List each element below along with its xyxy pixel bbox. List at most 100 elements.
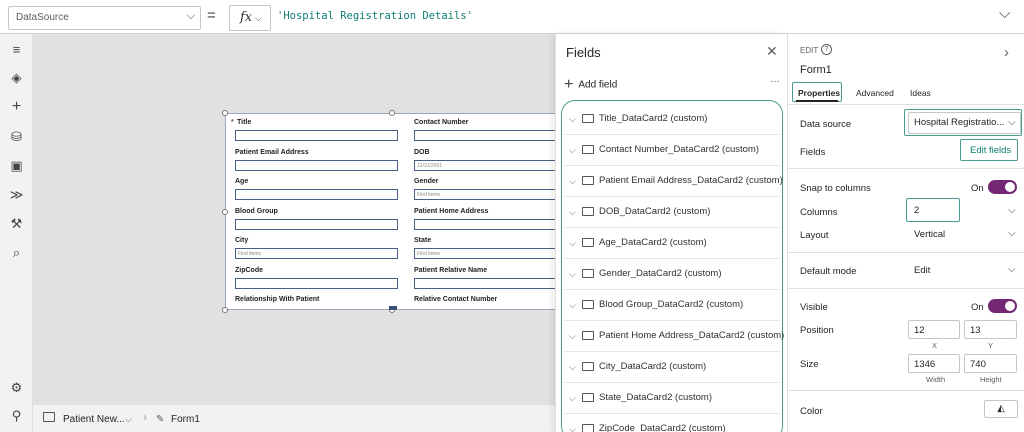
- field-item[interactable]: ⌵ DOB_DataCard2 (custom): [569, 204, 779, 226]
- add-field-label: Add field: [578, 79, 618, 91]
- field-item-label: Patient Email Address_DataCard2 (custom): [599, 175, 783, 186]
- help-icon[interactable]: ?: [821, 44, 832, 55]
- form-field-dropdown[interactable]: Find items: [235, 248, 398, 259]
- height-input[interactable]: 740: [964, 354, 1017, 373]
- chevron-right-icon[interactable]: ›: [1004, 44, 1009, 61]
- form-field-input[interactable]: [235, 218, 398, 230]
- chevron-down-icon[interactable]: ⌵: [569, 207, 576, 218]
- selection-handle[interactable]: [222, 307, 228, 313]
- height-label: Height: [980, 375, 1002, 384]
- selection-handle[interactable]: [222, 110, 228, 116]
- chevron-down-icon: ⌵: [1008, 228, 1016, 239]
- form-field-input[interactable]: 12/31/2001: [414, 159, 562, 171]
- divider: [788, 390, 1024, 391]
- fx-button[interactable]: fx ⌵: [229, 5, 271, 31]
- selection-handle[interactable]: [389, 110, 395, 116]
- form-field-input[interactable]: Find items: [414, 189, 562, 200]
- field-item[interactable]: ⌵ ZipCode_DataCard2 (custom): [569, 421, 779, 432]
- position-x-input[interactable]: 12: [908, 320, 960, 339]
- field-item[interactable]: ⌵ Age_DataCard2 (custom): [569, 235, 779, 257]
- chevron-down-icon[interactable]: ⌵: [569, 424, 576, 432]
- visible-toggle[interactable]: [988, 299, 1017, 313]
- tab-ideas[interactable]: Ideas: [910, 88, 931, 98]
- color-picker-button[interactable]: ◭: [984, 400, 1018, 418]
- chevron-down-icon[interactable]: ⌵: [569, 393, 576, 404]
- properties-panel: EDIT ? › Form1 Properties Advanced Ideas…: [787, 34, 1024, 432]
- formula-input[interactable]: 'Hospital Registration Details': [277, 10, 473, 22]
- field-item[interactable]: ⌵ Gender_DataCard2 (custom): [569, 266, 779, 288]
- position-y-input[interactable]: 13: [964, 320, 1017, 339]
- left-rail: ≡ ◈ + ⛁ ▣ ≫ ⚒ ⌕ ⚙ ⚲: [0, 34, 33, 432]
- media-icon[interactable]: ▣: [0, 158, 33, 174]
- chevron-down-icon[interactable]: ⌵: [569, 300, 576, 311]
- form-control[interactable]: Title * Contact Number Patient Email Addres…: [222, 110, 562, 313]
- chevron-down-icon[interactable]: ⌵: [569, 238, 576, 249]
- form-field-input[interactable]: [235, 159, 398, 171]
- flow-icon[interactable]: ≫: [0, 187, 33, 203]
- field-item[interactable]: ⌵ State_DataCard2 (custom): [569, 390, 779, 412]
- field-item-label: Age_DataCard2 (custom): [599, 237, 707, 248]
- expand-formula-chevron-icon[interactable]: ⌵: [999, 5, 1010, 22]
- add-field-button[interactable]: + Add field: [564, 76, 617, 94]
- chevron-down-icon[interactable]: ⌵: [569, 114, 576, 125]
- form-field-input[interactable]: [235, 189, 398, 200]
- chevron-down-icon[interactable]: ⌵: [569, 362, 576, 373]
- chevron-down-icon[interactable]: ⌵: [569, 176, 576, 187]
- tab-advanced[interactable]: Advanced: [856, 88, 894, 98]
- width-input[interactable]: 1346: [908, 354, 960, 373]
- tab-properties[interactable]: Properties: [798, 88, 840, 98]
- plus-icon[interactable]: +: [0, 98, 33, 116]
- position-label: Position: [800, 325, 834, 336]
- snap-state: On: [971, 183, 984, 194]
- edit-fields-link[interactable]: Edit fields: [970, 145, 1011, 156]
- chevron-down-icon[interactable]: ⌵: [569, 331, 576, 342]
- chevron-down-icon[interactable]: ⌵: [569, 269, 576, 280]
- field-item[interactable]: ⌵ City_DataCard2 (custom): [569, 359, 779, 381]
- field-card-icon: [582, 424, 594, 432]
- screen-breadcrumb[interactable]: Patient New...: [63, 414, 125, 425]
- layers-icon[interactable]: ◈: [0, 70, 33, 86]
- paint-bucket-icon: ◭: [997, 403, 1005, 414]
- default-mode-label: Default mode: [800, 266, 857, 277]
- field-item[interactable]: ⌵ Contact Number_DataCard2 (custom): [569, 142, 779, 164]
- field-item-label: Blood Group_DataCard2 (custom): [599, 299, 744, 310]
- tools-icon[interactable]: ⚒: [0, 216, 33, 232]
- field-item[interactable]: ⌵ Title_DataCard2 (custom): [569, 111, 779, 133]
- hamburger-icon[interactable]: ≡: [0, 42, 33, 57]
- chevron-down-icon[interactable]: ⌵: [125, 414, 132, 425]
- fields-label: Fields: [800, 147, 826, 158]
- person-icon[interactable]: ⚲: [0, 408, 33, 424]
- chevron-down-icon[interactable]: ⌵: [569, 145, 576, 156]
- property-dropdown[interactable]: DataSource ⌵: [8, 6, 201, 30]
- scroll-thumb[interactable]: [389, 306, 397, 310]
- screen-icon: [43, 412, 55, 422]
- search-icon[interactable]: ⌕: [0, 245, 33, 261]
- form-field-input[interactable]: [414, 277, 562, 289]
- form-field-input[interactable]: [235, 277, 398, 289]
- close-icon[interactable]: ✕: [766, 43, 778, 60]
- form-field-label: Patient Home Address: [414, 207, 489, 215]
- form-field-label: Blood Group: [235, 207, 278, 215]
- size-label: Size: [800, 359, 819, 370]
- field-card-icon: [582, 300, 594, 309]
- form-field-label: State: [414, 237, 432, 244]
- field-card-icon: [582, 145, 594, 154]
- layout-value: Vertical: [914, 229, 946, 240]
- form-breadcrumb[interactable]: Form1: [171, 414, 200, 425]
- settings-icon[interactable]: ⚙: [0, 380, 33, 396]
- form-field-input[interactable]: [235, 130, 398, 141]
- field-item[interactable]: ⌵ Blood Group_DataCard2 (custom): [569, 297, 779, 319]
- field-item[interactable]: ⌵ Patient Email Address_DataCard2 (custom…: [569, 173, 783, 195]
- more-options-icon[interactable]: ···: [770, 76, 780, 87]
- selection-handle[interactable]: [222, 209, 228, 215]
- field-item-label: Contact Number_DataCard2 (custom): [599, 144, 759, 155]
- active-tab-underline: [796, 100, 838, 102]
- field-item[interactable]: ⌵ Patient Home Address_DataCard2 (custom): [569, 328, 784, 350]
- form-field-input[interactable]: Find items: [414, 248, 562, 259]
- default-mode-dropdown[interactable]: Edit: [908, 260, 1021, 280]
- form-field-input[interactable]: [414, 130, 562, 141]
- snap-to-columns-toggle[interactable]: [988, 180, 1017, 194]
- layout-dropdown[interactable]: Vertical: [908, 224, 1021, 244]
- database-icon[interactable]: ⛁: [0, 129, 33, 145]
- form-field-input[interactable]: [414, 218, 562, 230]
